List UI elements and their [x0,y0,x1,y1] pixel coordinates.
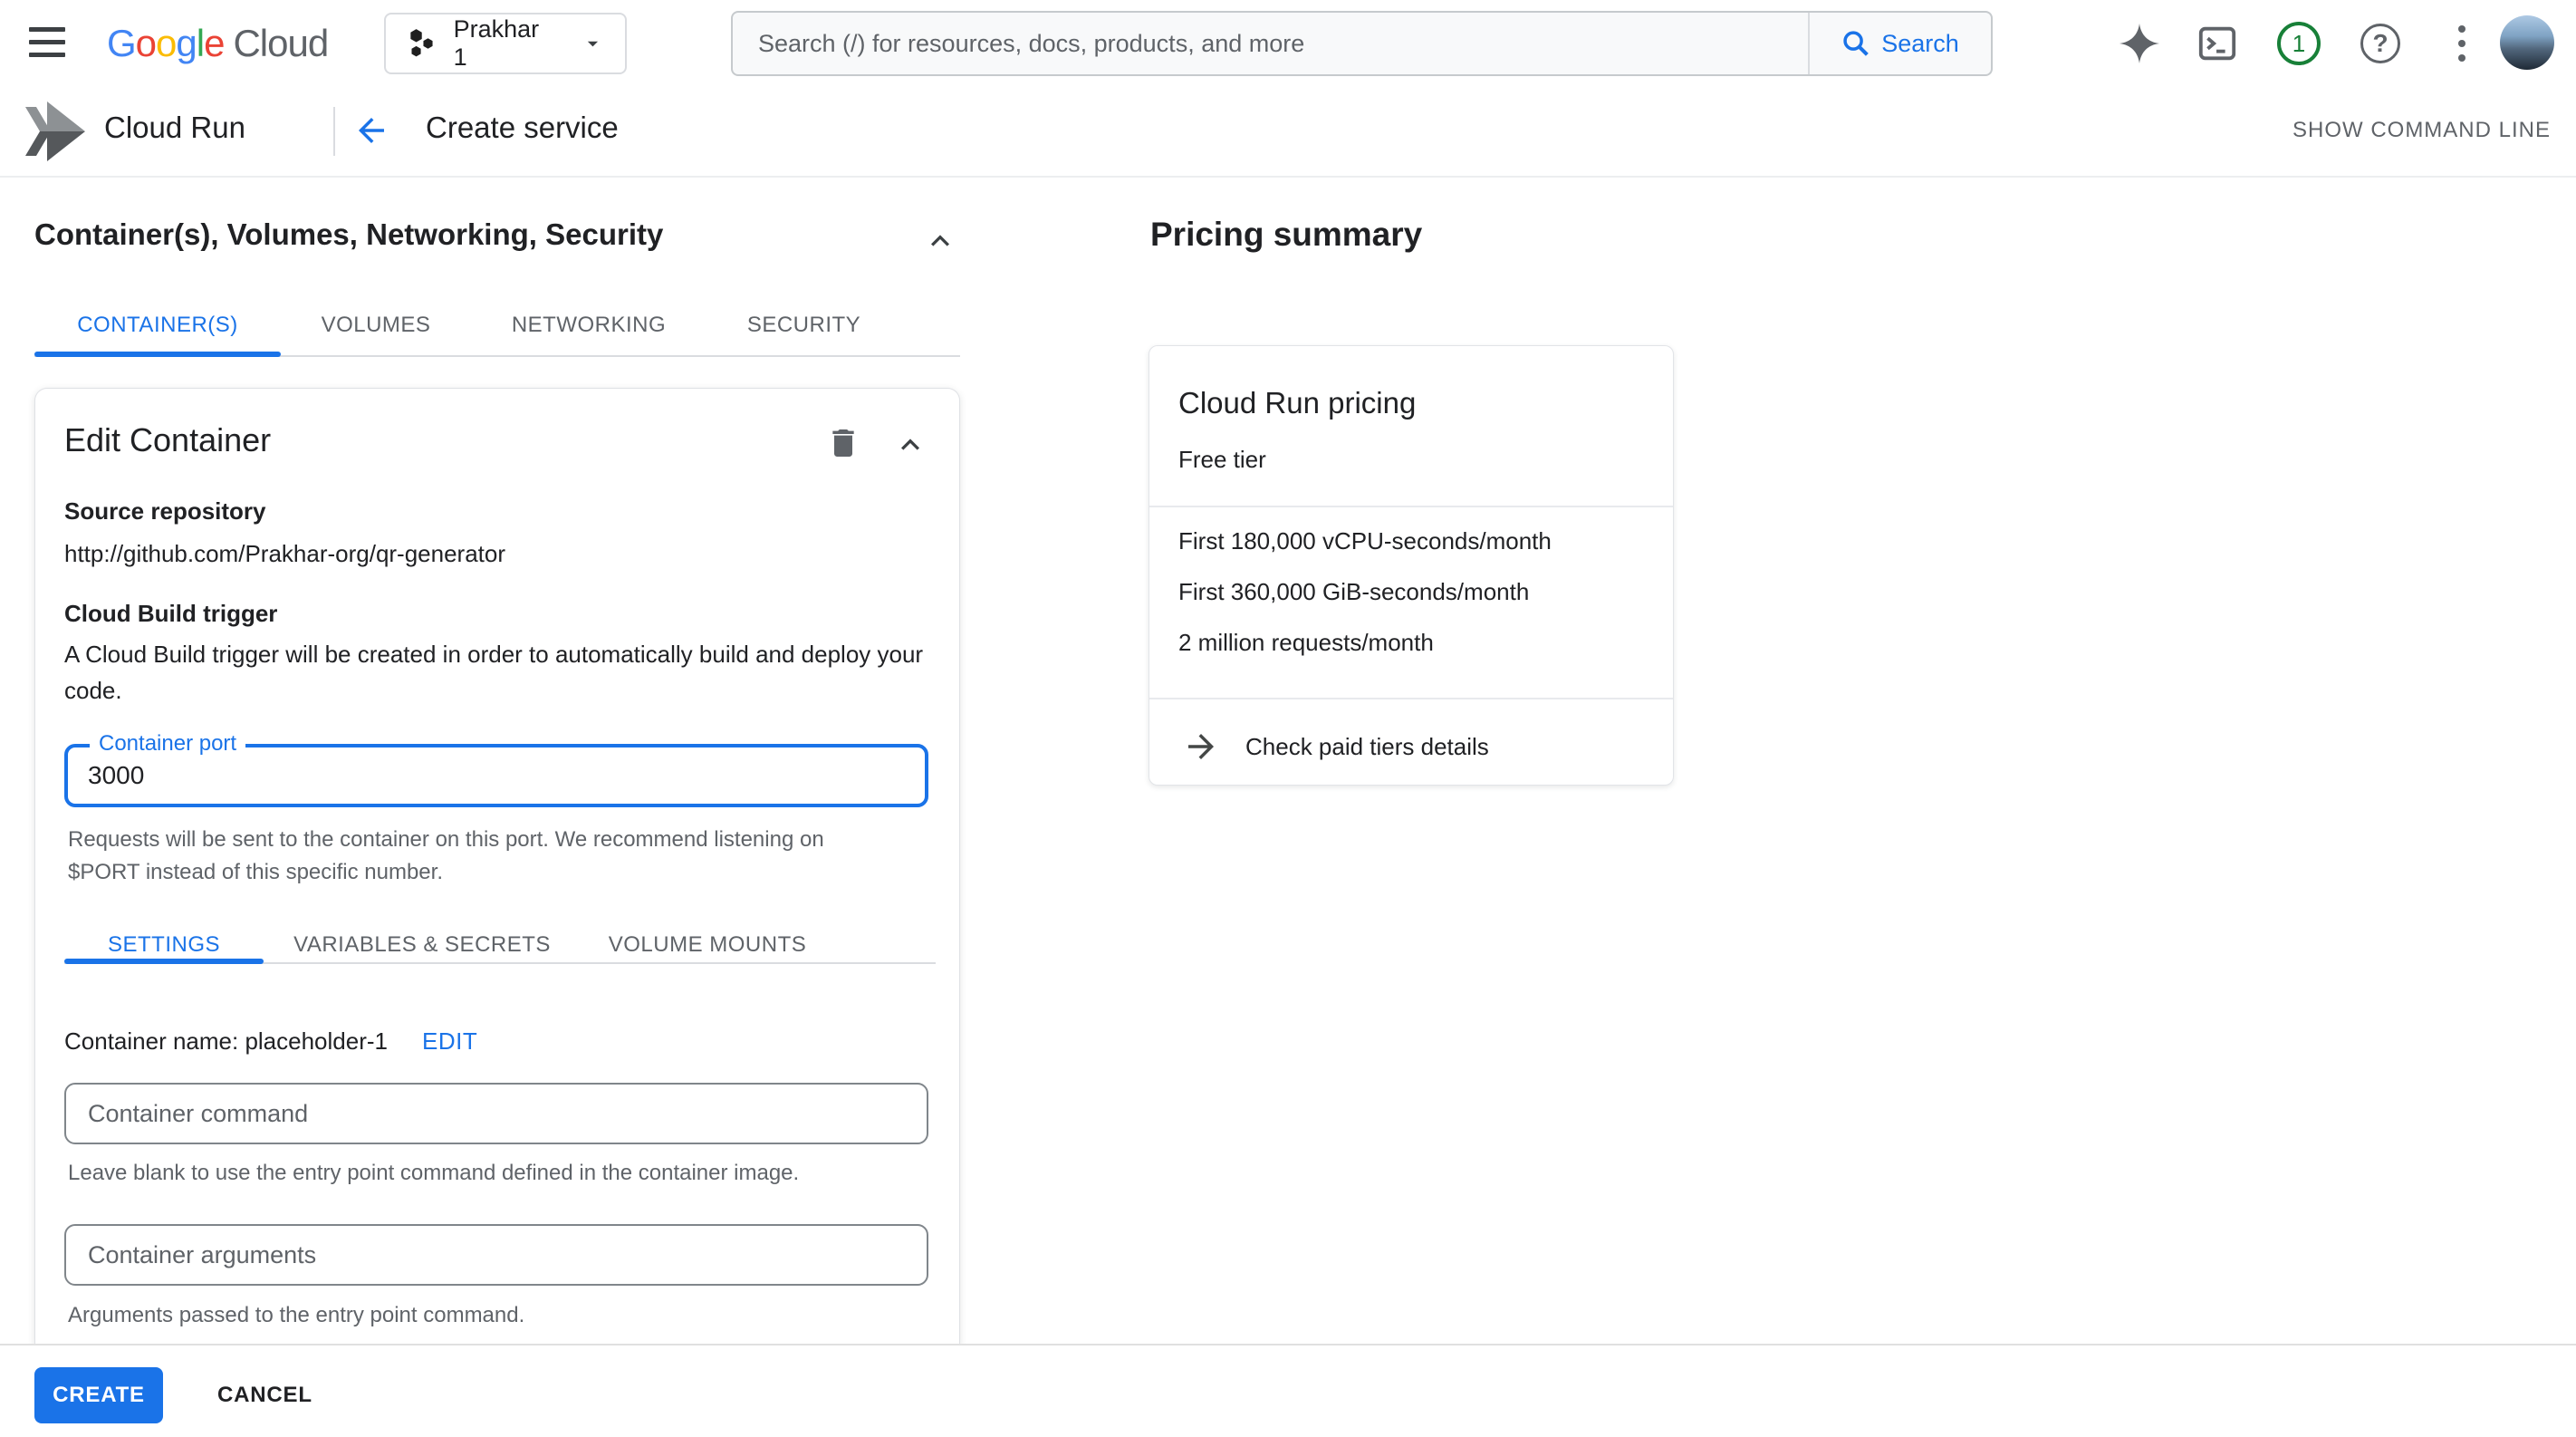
source-repository-label: Source repository [64,497,266,526]
help-button[interactable]: ? [2359,22,2402,65]
hamburger-menu-icon[interactable] [24,22,71,65]
user-avatar[interactable] [2500,15,2554,70]
card-title: Edit Container [64,421,271,459]
pricing-card: Cloud Run pricing Free tier First 180,00… [1149,345,1674,786]
divider [1149,698,1673,699]
search-input[interactable] [733,13,1808,74]
section-heading: Container(s), Volumes, Networking, Secur… [34,217,663,252]
cloud-build-trigger-description: A Cloud Build trigger will be created in… [64,636,932,709]
search-button-label: Search [1881,30,1959,58]
page-title: Create service [426,111,619,145]
back-button[interactable] [350,109,393,152]
create-button[interactable]: CREATE [34,1367,163,1423]
logo-cloud-text: Cloud [233,22,328,65]
gemini-button[interactable] [2118,22,2161,65]
tab-containers[interactable]: CONTAINER(S) [34,299,281,352]
search-icon [1841,29,1870,58]
logo-letter: G [107,22,136,65]
edit-container-card: Edit Container Source repository http://… [34,388,960,1345]
notifications-button[interactable]: 1 [2277,22,2321,65]
arrow-right-icon [1182,728,1220,766]
divider [1149,506,1673,507]
free-tier-item: First 360,000 GiB-seconds/month [1178,578,1529,606]
global-search-bar: Search [731,11,1993,76]
cloud-shell-icon [2196,23,2238,64]
trash-icon [825,425,861,461]
project-selector[interactable]: Prakhar 1 [384,13,627,74]
edit-container-name-link[interactable]: EDIT [422,1027,477,1056]
cloud-run-icon [24,101,91,166]
pricing-summary-heading: Pricing summary [1150,216,1422,254]
container-command-input[interactable] [66,1085,927,1143]
tab-security[interactable]: SECURITY [725,299,883,352]
google-cloud-logo: G o o g l e Cloud [107,20,328,67]
logo-letter: g [176,22,196,65]
container-port-label: Container port [90,731,245,757]
tab-volumes[interactable]: VOLUMES [299,299,453,352]
arrow-back-icon [352,111,390,149]
breadcrumb-divider [333,107,335,156]
show-command-line-button[interactable]: SHOW COMMAND LINE [2292,118,2551,143]
gemini-sparkle-icon [2119,24,2159,63]
tab-networking[interactable]: NETWORKING [489,299,688,352]
delete-container-button[interactable] [822,421,865,465]
check-paid-tiers-label: Check paid tiers details [1245,733,1489,761]
container-arguments-helper: Arguments passed to the entry point comm… [68,1299,524,1332]
active-tab-indicator [34,352,281,357]
pricing-card-title: Cloud Run pricing [1178,386,1416,420]
container-port-field: Container port [64,744,928,807]
cloud-shell-button[interactable] [2196,22,2239,65]
top-app-bar: G o o g l e Cloud Prakhar 1 [0,0,2576,89]
logo-letter: o [156,22,176,65]
chevron-up-icon [922,223,958,259]
container-arguments-field [64,1224,928,1286]
logo-letter: e [204,22,224,65]
check-paid-tiers-link[interactable]: Check paid tiers details [1149,709,1673,785]
cloud-console-page: G o o g l e Cloud Prakhar 1 [0,0,2576,1437]
section-collapse-button[interactable] [922,223,958,264]
container-name-row: Container name: placeholder-1 EDIT [64,1023,477,1059]
help-icon: ? [2360,24,2400,63]
container-command-helper: Leave blank to use the entry point comma… [68,1157,799,1190]
search-button[interactable]: Search [1808,13,1991,74]
more-options-button[interactable] [2440,22,2484,65]
chevron-down-icon [581,31,605,56]
breadcrumb-product[interactable]: Cloud Run [104,111,245,145]
inner-active-tab-indicator [64,959,264,964]
footer-action-bar: CREATE CANCEL [0,1344,2576,1437]
project-name: Prakhar 1 [454,15,556,72]
free-tier-label: Free tier [1178,446,1266,474]
logo-letter: o [136,22,156,65]
container-arguments-input[interactable] [66,1226,927,1284]
free-tier-item: 2 million requests/month [1178,629,1434,657]
logo-letter: l [197,22,204,65]
container-command-field [64,1083,928,1144]
container-name-label: Container name: placeholder-1 [64,1023,388,1059]
cancel-button[interactable]: CANCEL [196,1367,334,1423]
card-collapse-button[interactable] [889,423,932,467]
source-repository-value: http://github.com/Prakhar-org/qr-generat… [64,535,505,572]
kebab-menu-icon [2458,25,2465,62]
chevron-up-icon [892,427,928,463]
notification-count-badge: 1 [2277,22,2321,65]
notification-count: 1 [2292,30,2305,58]
cloud-build-trigger-label: Cloud Build trigger [64,600,277,628]
breadcrumb-bar: Cloud Run Create service SHOW COMMAND LI… [0,87,2576,178]
free-tier-item: First 180,000 vCPU-seconds/month [1178,527,1552,555]
container-port-helper: Requests will be sent to the container o… [68,824,847,889]
project-hexagons-icon [406,27,437,60]
